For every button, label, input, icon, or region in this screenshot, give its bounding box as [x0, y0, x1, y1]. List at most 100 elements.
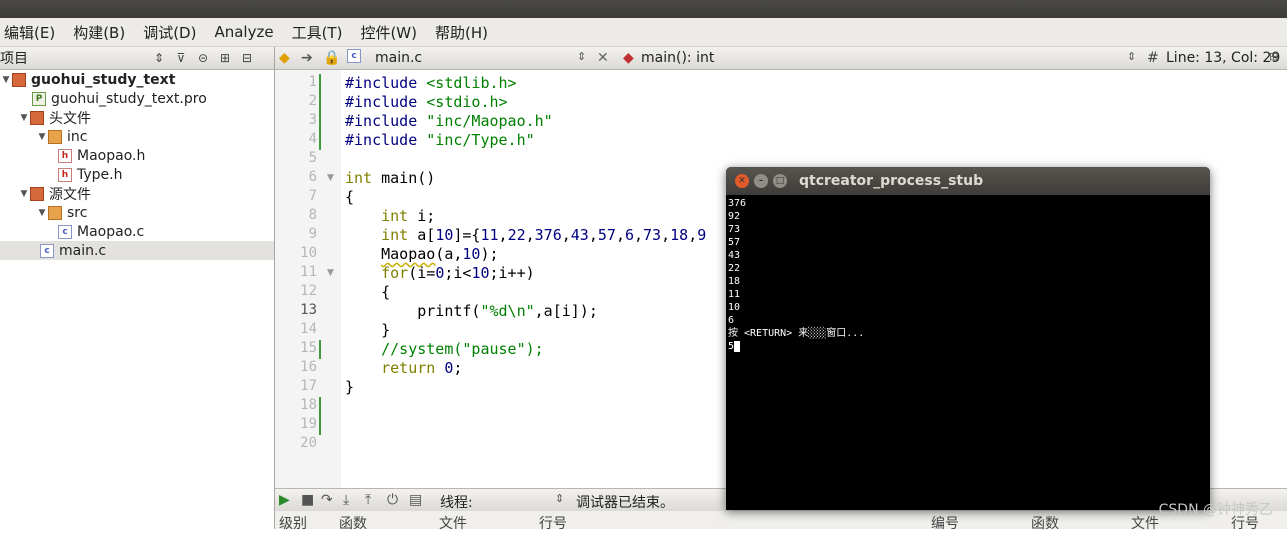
view-selector-icon[interactable]: ⇕: [150, 50, 168, 66]
close-panel-icon[interactable]: ⊟: [238, 50, 256, 66]
line-number: 8: [308, 207, 317, 223]
stop-icon[interactable]: ■: [301, 492, 314, 508]
thread-label: 线程:: [440, 495, 473, 511]
line-number-gutter: 1 2 3 4 5 6 ▼ 7 8 9 10 11 ▼ 12 13 14 15 16 17 18 19 20: [275, 70, 341, 490]
tree-item-type-h[interactable]: h Type.h: [0, 165, 274, 184]
menu-edit[interactable]: 编辑(E): [4, 22, 55, 43]
line-number: 7: [308, 188, 317, 204]
code-line: int i;: [381, 207, 436, 225]
tree-item-pro-file[interactable]: P guohui_study_text.pro: [0, 89, 274, 108]
back-arrow-icon[interactable]: ◆: [279, 50, 290, 66]
menu-debug[interactable]: 调试(D): [143, 22, 196, 43]
continue-icon[interactable]: ▶: [279, 492, 290, 508]
terminal-window[interactable]: ✕ – □ qtcreator_process_stub 376 92 73 5…: [726, 167, 1210, 510]
tree-item-label: 源文件: [49, 186, 91, 203]
code-line: //system("pause");: [381, 340, 544, 358]
tree-item-label: Maopao.h: [77, 147, 146, 164]
tree-item-inc[interactable]: ▼ f inc: [0, 127, 274, 146]
line-number: 12: [300, 283, 317, 299]
file-tab[interactable]: main.c: [375, 50, 422, 66]
code-line: #include <stdio.h>: [345, 93, 508, 111]
project-tree: ▼ p guohui_study_text P guohui_study_tex…: [0, 70, 274, 529]
tree-item-maopao-c[interactable]: c Maopao.c: [0, 222, 274, 241]
col-file[interactable]: 文件: [439, 513, 467, 533]
col-level[interactable]: 级别: [279, 513, 307, 533]
menu-widgets[interactable]: 控件(W): [360, 22, 417, 43]
line-number: 6: [308, 169, 317, 185]
code-line: int main(): [345, 169, 436, 187]
link-icon[interactable]: ⊝: [194, 50, 212, 66]
lock-icon: 🔒: [323, 50, 341, 66]
expand-arrow-icon[interactable]: ▼: [0, 75, 12, 85]
step-out-icon[interactable]: ⤒: [365, 492, 371, 508]
thread-combo-arrow-icon[interactable]: ⇕: [555, 492, 564, 505]
line-number: 20: [300, 435, 317, 451]
code-line: {: [345, 188, 355, 206]
code-line: Maopao(a,10);: [381, 245, 499, 263]
line-number: 11: [300, 264, 317, 280]
menu-build[interactable]: 构建(B): [73, 22, 125, 43]
terminal-title: qtcreator_process_stub: [799, 173, 984, 189]
expand-arrow-icon[interactable]: ▼: [36, 132, 48, 142]
folder-icon: f: [48, 205, 62, 220]
debugger-status: 调试器已结束。: [576, 495, 674, 511]
file-combo-arrow-icon[interactable]: ⇕: [577, 50, 586, 63]
project-panel-header: 项目 ⇕ ⊽ ⊝ ⊞ ⊟: [0, 47, 274, 70]
code-line: printf("%d\n",a[i]);: [345, 302, 598, 320]
h-file-icon: h: [58, 148, 72, 163]
code-line: for(i=0;i<10;i++): [381, 264, 535, 282]
col-number[interactable]: 编号: [931, 513, 959, 533]
col-function-2[interactable]: 函数: [1031, 513, 1059, 533]
col-line[interactable]: 行号: [539, 513, 567, 533]
menu-analyze[interactable]: Analyze: [214, 23, 273, 41]
split-icon[interactable]: ⊞: [216, 50, 234, 66]
function-combo-arrow-icon[interactable]: ⇕: [1127, 50, 1136, 63]
expand-arrow-icon[interactable]: ▼: [18, 189, 30, 199]
hash-icon: #: [1147, 50, 1159, 66]
tree-item-headers[interactable]: ▼ f 头文件: [0, 108, 274, 127]
folder-icon: f: [48, 129, 62, 144]
tree-item-label: Maopao.c: [77, 223, 145, 240]
step-over-icon[interactable]: ↷: [321, 492, 333, 508]
c-file-icon: c: [58, 224, 72, 239]
maximize-window-icon[interactable]: □: [773, 174, 787, 188]
step-into-icon[interactable]: ⤓: [343, 492, 349, 508]
instruction-mode-icon[interactable]: ▤: [409, 492, 422, 508]
tree-item-project[interactable]: ▼ p guohui_study_text: [0, 70, 274, 89]
menu-tools[interactable]: 工具(T): [292, 22, 343, 43]
terminal-cursor: [734, 340, 741, 352]
watermark: CSDN @钟神秀乙: [1158, 502, 1273, 518]
menu-help[interactable]: 帮助(H): [435, 22, 488, 43]
forward-arrow-icon[interactable]: ➔: [301, 50, 313, 66]
pro-file-icon: P: [32, 91, 46, 106]
tree-item-main-c[interactable]: c main.c: [0, 241, 274, 260]
split-editor-icon[interactable]: ⊞: [1269, 50, 1278, 63]
col-file-2[interactable]: 文件: [1131, 513, 1159, 533]
minimize-window-icon[interactable]: –: [754, 174, 768, 188]
function-icon: ◆: [623, 50, 634, 66]
tree-item-src[interactable]: ▼ f src: [0, 203, 274, 222]
close-file-icon[interactable]: ✕: [597, 50, 609, 66]
tree-item-sources[interactable]: ▼ f 源文件: [0, 184, 274, 203]
debugger-columns: 级别 函数 文件 行号 编号 函数 文件 行号: [275, 511, 1287, 532]
line-number: 17: [300, 378, 317, 394]
fold-marker-icon[interactable]: ▼: [327, 173, 334, 183]
editor-toolbar: ◆ ➔ 🔒 c main.c ⇕ ✕ ◆ main(): int ⇕ # Lin…: [275, 47, 1287, 70]
line-number: 16: [300, 359, 317, 375]
project-panel-title: 项目: [0, 51, 28, 67]
function-combo[interactable]: main(): int: [641, 50, 714, 66]
restart-icon[interactable]: ⏻: [387, 492, 398, 508]
filter-icon[interactable]: ⊽: [172, 50, 190, 66]
expand-arrow-icon[interactable]: ▼: [18, 113, 30, 123]
terminal-title-bar[interactable]: ✕ – □ qtcreator_process_stub: [726, 167, 1210, 195]
tree-item-label: inc: [67, 128, 88, 145]
expand-arrow-icon[interactable]: ▼: [36, 208, 48, 218]
window-title-bar: [0, 0, 1287, 18]
close-window-icon[interactable]: ✕: [735, 174, 749, 188]
tree-item-label: main.c: [59, 242, 107, 259]
menu-bar: 编辑(E) 构建(B) 调试(D) Analyze 工具(T) 控件(W) 帮助…: [0, 18, 1287, 47]
line-number: 5: [308, 150, 317, 166]
tree-item-maopao-h[interactable]: h Maopao.h: [0, 146, 274, 165]
fold-marker-icon[interactable]: ▼: [327, 268, 334, 278]
col-function[interactable]: 函数: [339, 513, 367, 533]
